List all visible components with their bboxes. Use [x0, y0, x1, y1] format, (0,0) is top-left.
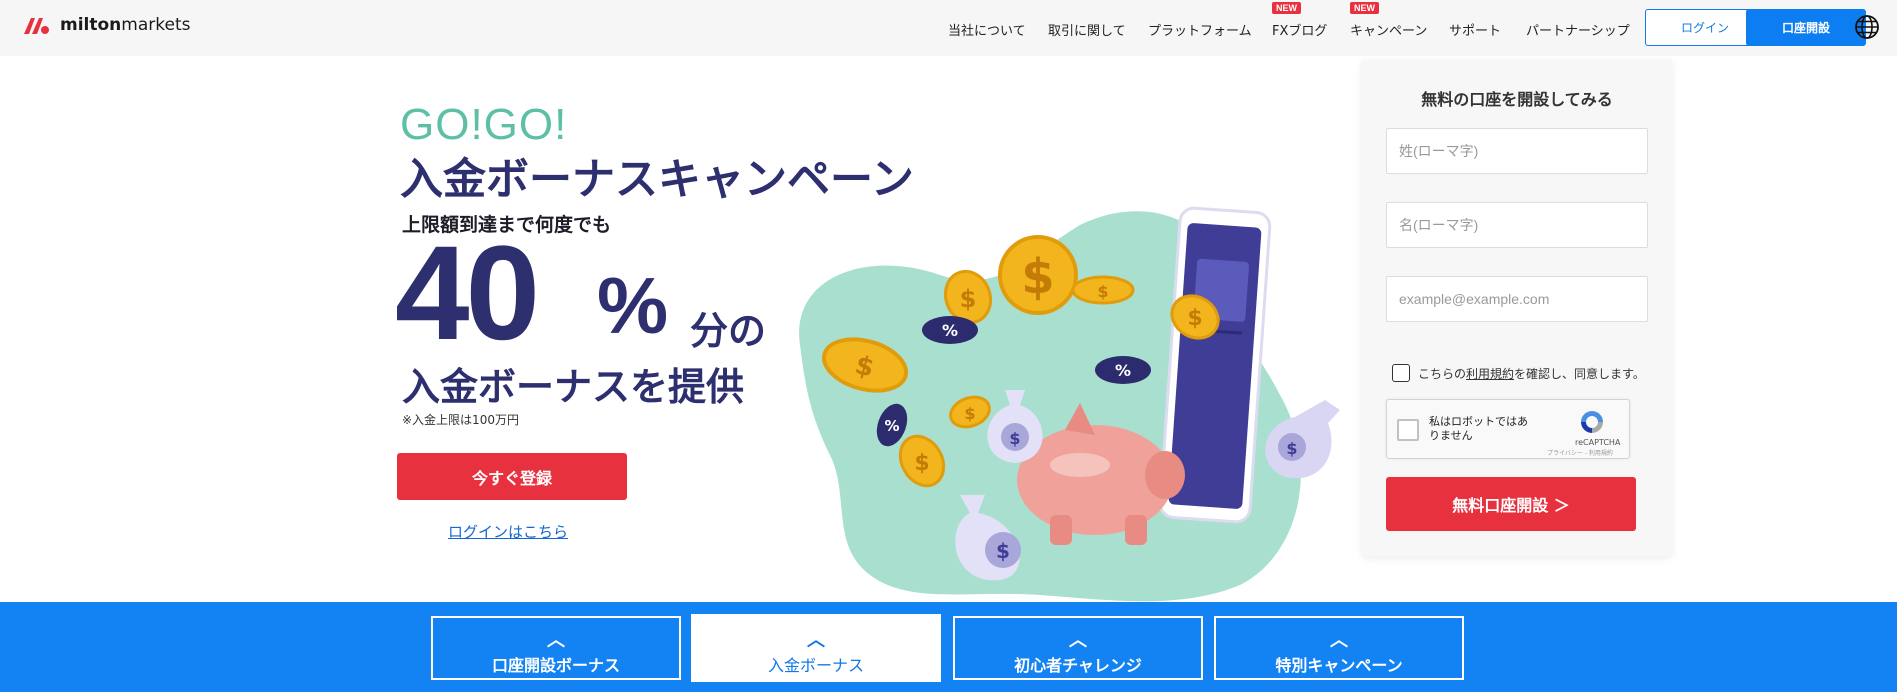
- gold-coin-large-icon: $: [998, 235, 1078, 315]
- recaptcha-logo-icon: [1581, 411, 1603, 433]
- bonus-illustration: $ $ $ $ $ $ $ % % % $ $ $: [799, 206, 1340, 602]
- new-badge-campaign: NEW: [1350, 2, 1379, 14]
- register-now-button[interactable]: 今すぐ登録: [397, 453, 627, 500]
- recaptcha-widget: 私はロボットではありません reCAPTCHA プライバシー - 利用規約: [1386, 399, 1630, 459]
- chevron-up-icon: ︿: [1069, 630, 1087, 651]
- svg-text:%: %: [1115, 361, 1131, 380]
- nav-fx-blog[interactable]: FXブログ: [1272, 20, 1327, 39]
- recaptcha-label: 私はロボットではありません: [1429, 415, 1528, 443]
- nav-trading[interactable]: 取引に関して: [1048, 20, 1126, 39]
- terms-link[interactable]: 利用規約: [1466, 367, 1514, 381]
- campaign-kicker: GO!GO!: [400, 100, 568, 149]
- nav-campaign[interactable]: キャンペーン: [1350, 20, 1427, 39]
- logo-text: miltonmarkets: [60, 15, 191, 35]
- email-field[interactable]: [1386, 276, 1648, 322]
- tab-special-campaign[interactable]: ︿ 特別キャンペーン: [1214, 616, 1464, 680]
- chevron-up-icon: ︿: [547, 630, 565, 651]
- signup-form-panel: 無料の口座を開設してみる こちらの利用規約を確認し、同意します。 私はロボットで…: [1362, 60, 1672, 556]
- svg-text:$: $: [1286, 439, 1297, 458]
- svg-text:$: $: [996, 539, 1010, 563]
- percent-sign: %: [597, 261, 669, 350]
- free-account-open-button[interactable]: 無料口座開設 ＞: [1386, 477, 1636, 531]
- login-link[interactable]: ログインはこちら: [448, 521, 568, 542]
- percent-chip-right-icon: %: [1095, 356, 1151, 384]
- svg-text:$: $: [1097, 282, 1108, 301]
- percent-chip-left-icon: %: [922, 316, 978, 344]
- signup-form-title: 無料の口座を開設してみる: [1421, 90, 1613, 109]
- nav-about[interactable]: 当社について: [948, 20, 1026, 39]
- terms-text: こちらの利用規約を確認し、同意します。: [1418, 366, 1645, 381]
- svg-text:$: $: [964, 404, 975, 423]
- nav-platform[interactable]: プラットフォーム: [1148, 20, 1252, 39]
- svg-text:$: $: [960, 285, 977, 313]
- recaptcha-brand: reCAPTCHA: [1575, 438, 1621, 447]
- header-open-account-button[interactable]: 口座開設: [1746, 9, 1866, 46]
- bonus-provide-text: 入金ボーナスを提供: [402, 365, 745, 409]
- svg-text:%: %: [884, 417, 899, 435]
- svg-text:$: $: [1187, 306, 1202, 331]
- svg-text:$: $: [1021, 249, 1054, 305]
- gold-coin-flat-icon: $: [1071, 275, 1135, 305]
- svg-text:$: $: [914, 451, 929, 476]
- tab-account-bonus[interactable]: ︿ 口座開設ボーナス: [431, 616, 681, 680]
- campaign-tab-bar: ︿ 口座開設ボーナス ︿ 入金ボーナス ︿ 初心者チャレンジ ︿ 特別キャンペー…: [0, 602, 1897, 692]
- bonus-percent-number: 40: [395, 219, 540, 368]
- chevron-up-icon: ︿: [1330, 630, 1348, 651]
- milton-markets-logo[interactable]: miltonmarkets: [22, 14, 190, 36]
- logo-mark-icon: [24, 18, 49, 34]
- recaptcha-checkbox[interactable]: [1397, 419, 1419, 441]
- site-header: miltonmarkets 当社について 取引に関して プラットフォーム NEW…: [0, 0, 1897, 56]
- terms-agreement: こちらの利用規約を確認し、同意します。: [1392, 364, 1645, 382]
- tab-beginner-challenge[interactable]: ︿ 初心者チャレンジ: [953, 616, 1203, 680]
- recaptcha-privacy-terms[interactable]: プライバシー - 利用規約: [1547, 448, 1613, 457]
- nav-support[interactable]: サポート: [1449, 20, 1501, 39]
- first-name-field[interactable]: [1386, 202, 1648, 248]
- bonus-suffix: 分の: [690, 309, 767, 353]
- tab-deposit-bonus[interactable]: ︿ 入金ボーナス: [691, 614, 941, 682]
- nav-partnership[interactable]: パートナーシップ: [1526, 20, 1630, 39]
- last-name-field[interactable]: [1386, 128, 1648, 174]
- svg-text:$: $: [1009, 429, 1020, 448]
- chevron-up-icon: ︿: [807, 630, 825, 651]
- terms-checkbox[interactable]: [1392, 364, 1410, 382]
- new-badge-blog: NEW: [1272, 2, 1301, 14]
- deposit-limit-note: ※入金上限は100万円: [402, 413, 519, 427]
- globe-icon[interactable]: [1854, 14, 1880, 40]
- svg-text:%: %: [942, 321, 958, 340]
